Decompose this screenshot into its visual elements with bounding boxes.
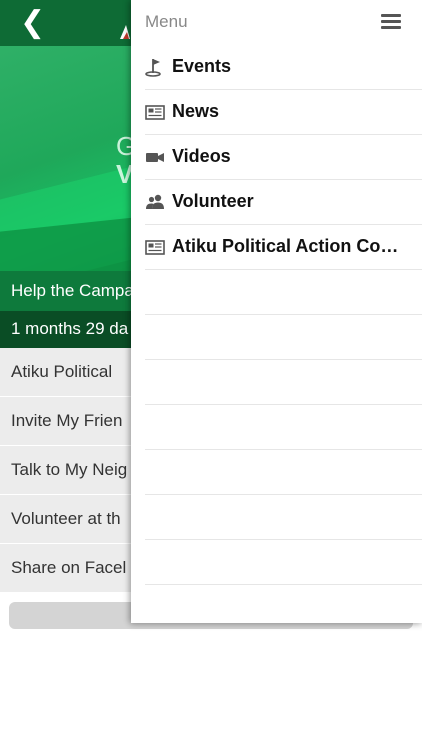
- menu-title: Menu: [145, 12, 188, 31]
- menu-item-events[interactable]: Events: [145, 45, 422, 90]
- golf-flag-icon: [145, 59, 161, 77]
- action-label: Atiku Political: [11, 362, 113, 381]
- action-label: Volunteer at th: [11, 509, 121, 528]
- menu-empty-row: [145, 450, 422, 495]
- menu-item-label: News: [172, 101, 220, 121]
- menu-item-news[interactable]: News: [145, 90, 422, 135]
- action-label: Talk to My Neig: [11, 460, 128, 479]
- menu-item-label: Events: [172, 56, 232, 76]
- menu-item-label: Videos: [172, 146, 231, 166]
- action-label: Invite My Frien: [11, 411, 123, 430]
- menu-empty-row: [145, 540, 422, 585]
- menu-empty-row: [145, 315, 422, 360]
- logo-icon: [120, 25, 130, 39]
- menu-item-label: Atiku Political Action Committee: [172, 236, 410, 256]
- menu-list: Events News Videos Volunteer Atiku Polit…: [131, 45, 422, 585]
- action-label: Share on Facel: [11, 558, 127, 577]
- menu-header: Menu: [131, 0, 422, 45]
- newspaper-icon: [145, 240, 165, 255]
- menu-item-atiku-pac[interactable]: Atiku Political Action Committee: [145, 225, 422, 270]
- video-camera-icon: [146, 153, 164, 162]
- menu-item-videos[interactable]: Videos: [145, 135, 422, 180]
- hamburger-icon[interactable]: [381, 14, 401, 30]
- people-icon: [146, 194, 164, 209]
- menu-empty-row: [145, 270, 422, 315]
- side-menu: Menu Events News Videos Volunteer Atiku …: [131, 0, 422, 623]
- menu-item-label: Volunteer: [172, 191, 254, 211]
- menu-empty-row: [145, 495, 422, 540]
- menu-item-volunteer[interactable]: Volunteer: [145, 180, 422, 225]
- menu-empty-row: [145, 405, 422, 450]
- countdown-text: 1 months 29 da: [11, 319, 129, 338]
- menu-empty-row: [145, 360, 422, 405]
- help-campaign-label: Help the Campa: [11, 281, 134, 300]
- back-chevron-icon[interactable]: ❮: [20, 8, 50, 38]
- newspaper-icon: [145, 105, 165, 120]
